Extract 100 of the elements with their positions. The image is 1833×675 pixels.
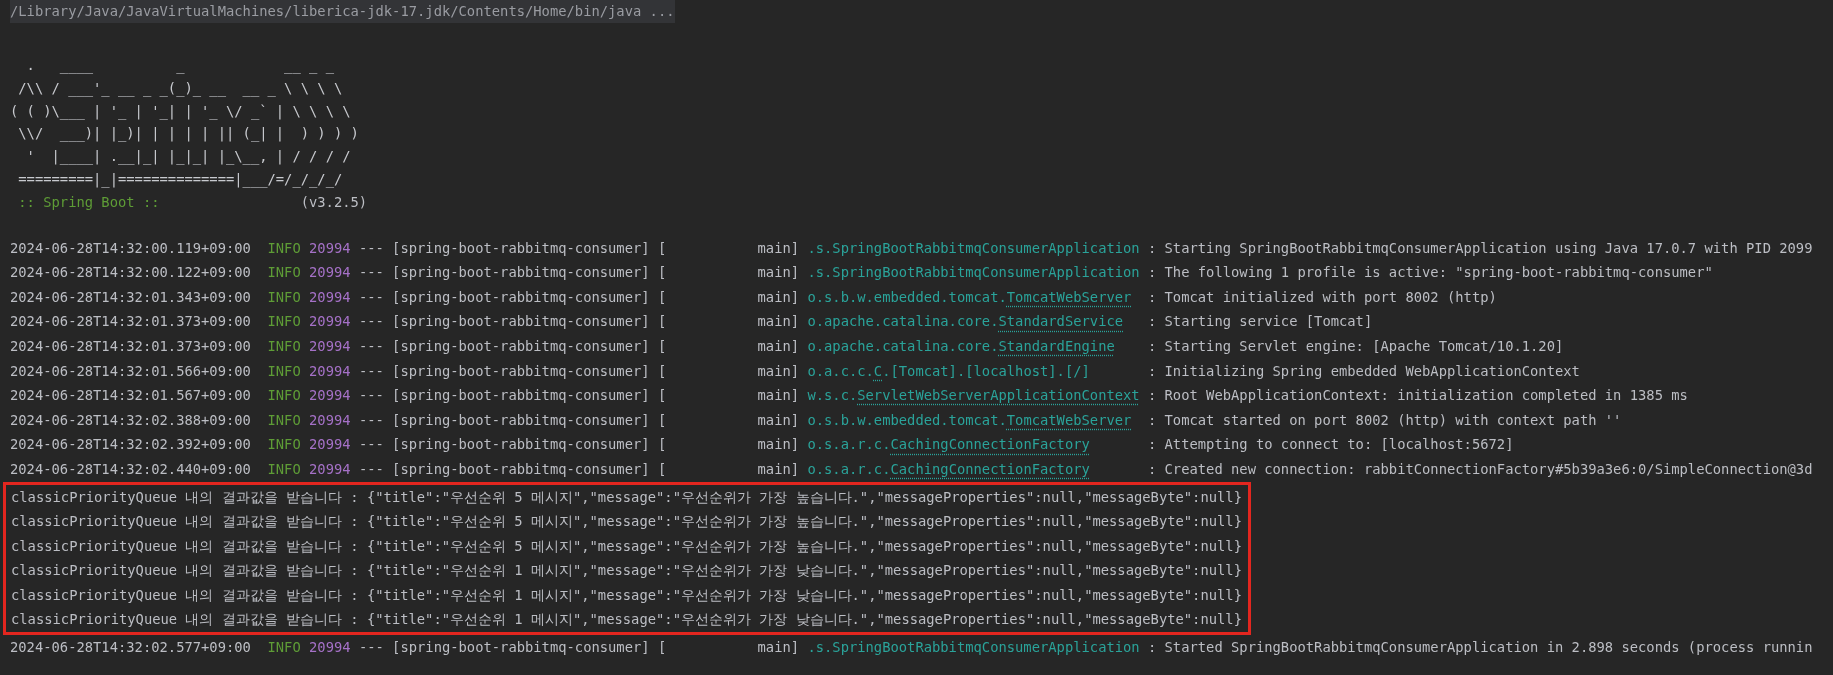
log-message: : Started SpringBootRabbitmqConsumerApplication in 2.898 seconds (process runnin (1147, 638, 1813, 658)
app-name: [spring-boot-rabbitmq-consumer] (392, 459, 650, 479)
logger-link[interactable]: TomcatWebServer (1006, 407, 1132, 433)
logger-link[interactable]: CachingConnectionFactory (890, 456, 1090, 482)
timestamp: 2024-06-28T14:32:02.577+09:00 (10, 638, 251, 658)
thread-name: [ main] (657, 435, 800, 455)
logger-name: w.s.c. (807, 386, 858, 406)
logger-link[interactable]: StandardEngine (998, 333, 1115, 359)
logger-name: o.s.b.w.embedded.tomcat. (807, 287, 1007, 307)
separator-text: --- (358, 312, 384, 332)
log-message: : Created new connection: rabbitConnectionFactory#5b39a3e6:0/SimpleConnection@3d (1147, 459, 1813, 479)
log-message: : Tomcat initialized with port 8002 (http) (1147, 287, 1497, 307)
app-name: [spring-boot-rabbitmq-consumer] (392, 435, 650, 455)
separator-text: --- (358, 263, 384, 283)
logger-name: .s.SpringBootRabbitmqConsumerApplication (807, 638, 1140, 658)
log-message: : Attempting to connect to: [localhost:5672] (1147, 435, 1514, 455)
thread-name: [ main] (657, 410, 800, 430)
log-level: INFO (267, 312, 301, 332)
logger-link[interactable]: TomcatWebServer (1006, 284, 1132, 310)
output-line: classicPriorityQueue 내의 결과값을 받습니다 : {"title":"우선순위 5 메시지","message":"우선순위가 가장 높습니다.","messageProperties":null,"messageByte":null} (11, 488, 1242, 505)
separator-text: --- (358, 238, 384, 258)
separator-text: --- (358, 410, 384, 430)
app-name: [spring-boot-rabbitmq-consumer] (392, 638, 650, 658)
process-id: 20994 (309, 336, 351, 356)
log-message: : Starting Servlet engine: [Apache Tomcat/10.1.20] (1147, 336, 1564, 356)
logger-link[interactable]: ServletWebServerApplicationContext (857, 383, 1140, 408)
thread-name: [ main] (657, 459, 800, 479)
app-name: [spring-boot-rabbitmq-consumer] (392, 336, 650, 356)
banner-label: :: Spring Boot :: (18, 192, 161, 212)
timestamp: 2024-06-28T14:32:02.440+09:00 (10, 459, 251, 479)
app-name: [spring-boot-rabbitmq-consumer] (392, 238, 650, 258)
timestamp: 2024-06-28T14:32:01.373+09:00 (10, 312, 251, 332)
output-line: classicPriorityQueue 내의 결과값을 받습니다 : {"title":"우선순위 5 메시지","message":"우선순위가 가장 높습니다.","messageProperties":null,"messageByte":null} (11, 537, 1242, 554)
logger-link[interactable]: CachingConnectionFactory (890, 432, 1090, 457)
logger-name: o.s.b.w.embedded.tomcat. (807, 410, 1007, 430)
app-name: [spring-boot-rabbitmq-consumer] (392, 263, 650, 283)
log-message: : Root WebApplicationContext: initialization completed in 1385 ms (1147, 386, 1688, 406)
process-id: 20994 (309, 263, 351, 283)
log-level: INFO (267, 287, 301, 307)
logger-name: o.apache.catalina.core. (807, 312, 999, 332)
thread-name: [ main] (657, 238, 800, 258)
thread-name: [ main] (657, 638, 800, 658)
timestamp: 2024-06-28T14:32:01.567+09:00 (10, 386, 251, 406)
logger-name: o.s.a.r.c. (807, 459, 891, 479)
app-name: [spring-boot-rabbitmq-consumer] (392, 386, 650, 406)
banner-art-line: /\\ / ___'_ __ _ _(_)_ __ __ _ \ \ \ \ (17, 79, 343, 96)
logger-link[interactable]: C (873, 358, 883, 384)
process-id: 20994 (309, 459, 351, 479)
log-message: : Starting service [Tomcat] (1147, 312, 1373, 332)
thread-name: [ main] (657, 287, 800, 307)
banner-art-line: . ____ _ __ _ _ (25, 57, 334, 73)
output-line: classicPriorityQueue 내의 결과값을 받습니다 : {"title":"우선순위 1 메시지","message":"우선순위가 가장 낮습니다.","messageProperties":null,"messageByte":null} (11, 586, 1242, 603)
process-id: 20994 (309, 312, 351, 332)
process-id: 20994 (309, 435, 351, 455)
logger-link[interactable]: StandardService (998, 309, 1124, 334)
app-name: [spring-boot-rabbitmq-consumer] (392, 287, 650, 307)
log-level: INFO (267, 361, 301, 381)
banner-art-line: ( ( )\___ | '_ | '_| | '_ \/ _` | \ \ \ \ (10, 102, 351, 119)
output-line: classicPriorityQueue 내의 결과값을 받습니다 : {"title":"우선순위 1 메시지","message":"우선순위가 가장 낮습니다.","messageProperties":null,"messageByte":null} (11, 562, 1242, 579)
log-level: INFO (267, 238, 301, 258)
logger-name: o.apache.catalina.core. (807, 336, 999, 356)
process-id: 20994 (309, 361, 351, 381)
version-label: (v3.2.5) (300, 192, 368, 212)
separator-text: --- (358, 361, 384, 381)
banner-art-line: =========|_|==============|___/=/_/_/_/ (17, 171, 343, 187)
log-level: INFO (267, 386, 301, 406)
timestamp: 2024-06-28T14:32:02.388+09:00 (10, 410, 251, 430)
timestamp: 2024-06-28T14:32:01.343+09:00 (10, 287, 251, 307)
log-message: : Initializing Spring embedded WebApplicationContext (1147, 361, 1580, 381)
logger-name: o.s.a.r.c. (807, 435, 891, 455)
log-level: INFO (267, 263, 301, 283)
log-message: : The following 1 profile is active: "spring-boot-rabbitmq-consumer" (1147, 263, 1713, 283)
logger-name: .[Tomcat].[localhost].[/] (882, 361, 1090, 381)
thread-name: [ main] (657, 361, 800, 381)
app-name: [spring-boot-rabbitmq-consumer] (392, 410, 650, 430)
separator-text: --- (358, 638, 384, 658)
process-id: 20994 (309, 410, 351, 430)
log-level: INFO (267, 435, 301, 455)
log-message: : Tomcat started on port 8002 (http) with context path '' (1147, 410, 1622, 430)
separator-text: --- (358, 386, 384, 406)
thread-name: [ main] (657, 263, 800, 283)
process-id: 20994 (309, 386, 351, 406)
log-level: INFO (267, 336, 301, 356)
thread-name: [ main] (657, 336, 800, 356)
logger-name: .s.SpringBootRabbitmqConsumerApplication (807, 263, 1140, 283)
logger-name: o.a.c.c. (807, 361, 874, 381)
app-name: [spring-boot-rabbitmq-consumer] (392, 361, 650, 381)
timestamp: 2024-06-28T14:32:01.373+09:00 (10, 336, 251, 356)
banner-art-line: \\/ ___)| |_)| | | | | || (_| | ) ) ) ) (17, 125, 359, 142)
logger-name: .s.SpringBootRabbitmqConsumerApplication (807, 238, 1140, 258)
log-level: INFO (267, 638, 301, 658)
process-id: 20994 (309, 238, 351, 258)
process-id: 20994 (309, 287, 351, 307)
thread-name: [ main] (657, 386, 800, 406)
process-id: 20994 (309, 638, 351, 658)
timestamp: 2024-06-28T14:32:02.392+09:00 (10, 435, 251, 455)
separator-text: --- (358, 459, 384, 479)
separator-text: --- (358, 435, 384, 455)
separator-text: --- (358, 336, 384, 356)
timestamp: 2024-06-28T14:32:00.119+09:00 (10, 238, 251, 258)
